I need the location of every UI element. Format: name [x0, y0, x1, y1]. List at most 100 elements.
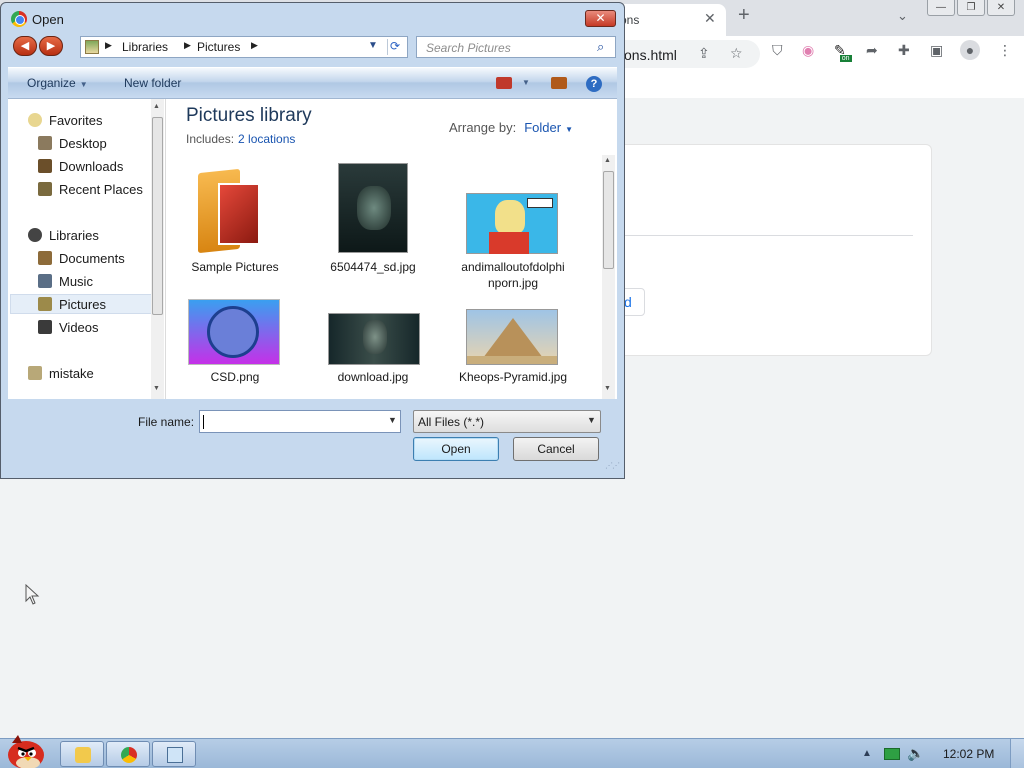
search-placeholder: Search Pictures: [426, 41, 511, 55]
taskbar-explorer-button[interactable]: [60, 741, 104, 767]
navpane-scrollbar[interactable]: ▲ ▼: [151, 99, 164, 399]
tab-search-icon[interactable]: ⌄: [897, 8, 908, 24]
taskbar-chrome-button[interactable]: [106, 741, 150, 767]
file-item[interactable]: Sample Pictures: [180, 259, 290, 275]
chevron-down-icon[interactable]: ▼: [565, 125, 573, 134]
refresh-icon[interactable]: ⟳: [387, 39, 403, 55]
nav-label: Pictures: [59, 296, 106, 312]
image-thumbnail[interactable]: [466, 309, 558, 365]
arrange-value[interactable]: Folder: [524, 120, 561, 135]
tab-close-icon[interactable]: ✕: [704, 10, 716, 27]
scroll-up-icon[interactable]: ▲: [604, 157, 611, 164]
files-scrollbar[interactable]: ▲ ▼: [602, 155, 615, 399]
file-item[interactable]: andimalloutofdolphinporn.jpg: [458, 259, 568, 291]
open-file-dialog: Open ✕ ◀ ▶ ▶ Libraries ▶ Pictures ▶ ▼ ⟳ …: [0, 2, 625, 479]
chrome-app-icon: [11, 11, 27, 27]
nav-favorites[interactable]: Favorites: [28, 110, 168, 130]
cancel-button[interactable]: Cancel: [513, 437, 599, 461]
share-icon[interactable]: ⇪: [698, 45, 710, 62]
notepad-icon: [167, 747, 183, 763]
show-desktop-button[interactable]: [1010, 739, 1024, 768]
organize-button[interactable]: Organize ▼: [27, 76, 88, 90]
extensions-puzzle-icon[interactable]: ✚: [898, 42, 910, 59]
taskbar-notepad-button[interactable]: [152, 741, 196, 767]
view-options-icon[interactable]: [496, 77, 512, 89]
image-thumbnail[interactable]: [188, 299, 280, 365]
resize-grip-icon[interactable]: ⋰⋰: [605, 461, 620, 470]
scroll-down-icon[interactable]: ▼: [153, 385, 160, 392]
network-icon[interactable]: [884, 748, 900, 760]
extension-toggle-icon[interactable]: ✎on: [834, 42, 852, 62]
file-item[interactable]: Kheops-Pyramid.jpg: [458, 369, 568, 397]
folder-thumbnail[interactable]: [194, 165, 264, 255]
nav-computer[interactable]: mistake: [28, 363, 168, 383]
dialog-close-button[interactable]: ✕: [585, 10, 616, 27]
pictures-icon: [38, 297, 52, 311]
libraries-icon: [28, 228, 42, 242]
breadcrumb-chevron-icon[interactable]: ▶: [251, 40, 258, 51]
chrome-icon: [121, 747, 137, 763]
breadcrumb-libraries[interactable]: Libraries: [122, 40, 168, 54]
music-icon: [38, 274, 52, 288]
scrollbar-thumb[interactable]: [603, 171, 614, 269]
address-dropdown-icon[interactable]: ▼: [368, 40, 378, 51]
open-button[interactable]: Open: [413, 437, 499, 461]
breadcrumb-pictures[interactable]: Pictures: [197, 40, 240, 54]
side-panel-icon[interactable]: ▣: [930, 42, 943, 59]
new-folder-button[interactable]: New folder: [124, 76, 181, 90]
library-includes: Includes: 2 locations: [186, 132, 295, 146]
dialog-titlebar[interactable]: Open ✕: [1, 3, 624, 33]
search-icon[interactable]: ⌕: [597, 39, 604, 55]
ublock-extension-icon[interactable]: ⛉: [772, 42, 783, 59]
file-item[interactable]: CSD.png: [180, 369, 290, 385]
close-window-button[interactable]: ✕: [987, 0, 1015, 16]
profile-avatar-icon[interactable]: ●: [960, 40, 980, 60]
minimize-button[interactable]: —: [927, 0, 955, 16]
breadcrumb-chevron-icon[interactable]: ▶: [105, 40, 112, 51]
file-name-label: File name:: [138, 415, 195, 429]
breadcrumb-chevron-icon[interactable]: ▶: [184, 40, 191, 51]
computer-icon: [28, 366, 42, 380]
bookmark-star-icon[interactable]: ☆: [730, 45, 743, 62]
restore-button[interactable]: ❐: [957, 0, 985, 16]
system-clock[interactable]: 12:02 PM: [943, 747, 994, 761]
scroll-up-icon[interactable]: ▲: [153, 103, 160, 110]
extension-flag-icon[interactable]: ◉: [802, 42, 814, 59]
image-thumbnail[interactable]: [338, 163, 408, 253]
chevron-down-icon[interactable]: ▼: [587, 415, 596, 425]
file-item[interactable]: download.jpg: [318, 369, 428, 385]
nav-libraries[interactable]: Libraries: [28, 225, 168, 245]
scroll-down-icon[interactable]: ▼: [604, 385, 611, 392]
show-hidden-icons-icon[interactable]: ▲: [862, 748, 872, 759]
scrollbar-thumb[interactable]: [152, 117, 163, 315]
nav-label: Desktop: [59, 135, 107, 151]
badge-logo: [207, 306, 259, 358]
forward-button[interactable]: ▶: [39, 36, 63, 56]
locations-link[interactable]: 2 locations: [238, 132, 295, 146]
library-icon: [85, 40, 99, 54]
mouse-cursor-icon: [25, 584, 40, 605]
help-icon[interactable]: ?: [586, 76, 602, 92]
forward-share-icon[interactable]: ➦: [866, 42, 878, 59]
desert-ground: [467, 356, 557, 364]
volume-icon[interactable]: 🔈: [907, 745, 924, 762]
nav-pictures[interactable]: Pictures: [10, 294, 154, 314]
chevron-down-icon[interactable]: ▼: [388, 415, 397, 425]
kebab-menu-icon[interactable]: ⋮: [998, 42, 1012, 59]
image-thumbnail[interactable]: [328, 313, 420, 365]
file-item[interactable]: 6504474_sd.jpg: [318, 259, 428, 275]
start-button-bird-icon[interactable]: [2, 729, 48, 768]
breadcrumb-bar[interactable]: ▶ Libraries ▶ Pictures ▶ ▼ ⟳: [80, 36, 408, 58]
file-name-input[interactable]: ▼: [199, 410, 401, 433]
new-tab-icon[interactable]: +: [738, 4, 750, 27]
back-button[interactable]: ◀: [13, 36, 37, 56]
image-thumbnail[interactable]: [466, 193, 558, 254]
preview-pane-icon[interactable]: [551, 77, 567, 89]
file-type-value: All Files (*.*): [418, 415, 485, 429]
dialog-footer: File name: ▼ All Files (*.*) ▼ Open Canc…: [1, 399, 624, 478]
chevron-down-icon[interactable]: ▼: [522, 78, 530, 87]
file-type-select[interactable]: All Files (*.*) ▼: [413, 410, 601, 433]
search-input[interactable]: Search Pictures ⌕: [416, 36, 616, 58]
speech-bubble: [527, 198, 553, 208]
recent-places-icon: [38, 182, 52, 196]
